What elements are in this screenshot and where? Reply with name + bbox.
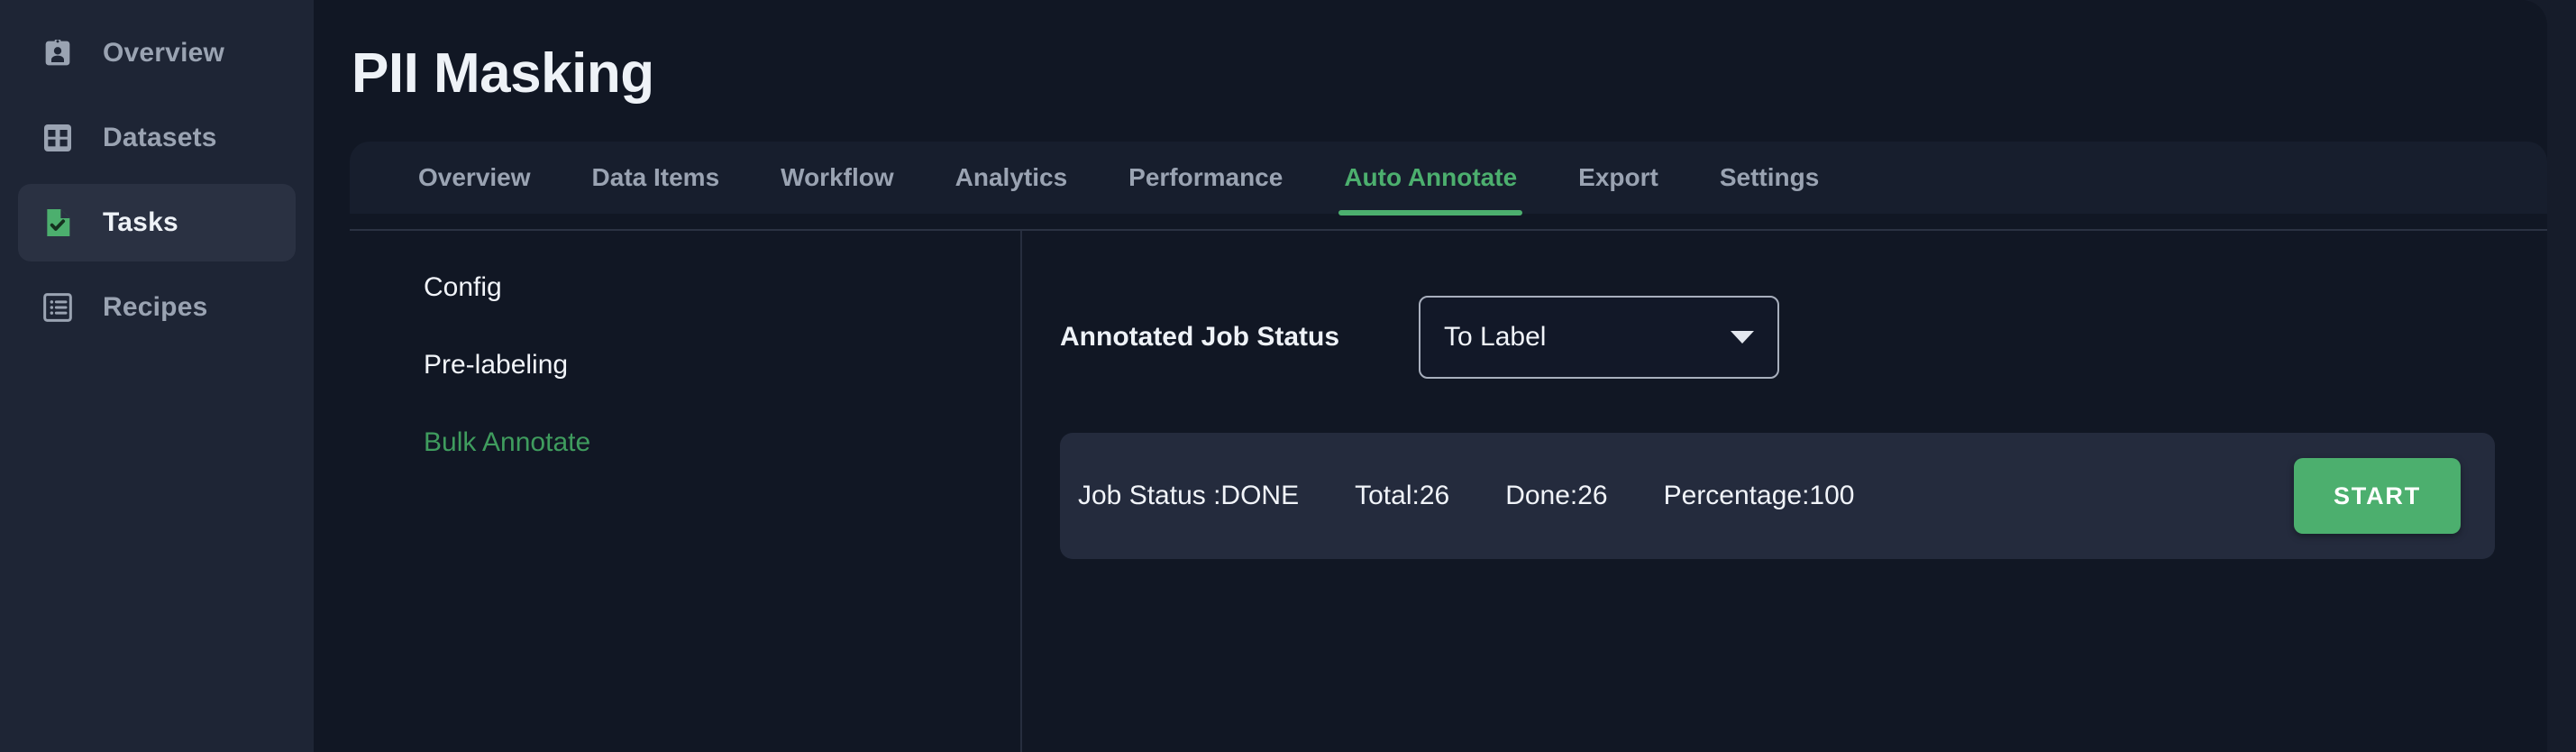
app-root: Overview Datasets Tasks Recipes PII Mask… bbox=[0, 0, 2576, 752]
sidebar-item-label: Tasks bbox=[103, 207, 178, 237]
subnav-item-config[interactable]: Config bbox=[424, 272, 1020, 303]
sidebar-item-label: Overview bbox=[103, 38, 225, 68]
sub-navigation: Config Pre-labeling Bulk Annotate bbox=[350, 231, 1022, 752]
tab-analytics[interactable]: Analytics bbox=[925, 142, 1099, 214]
main-area: PII Masking Overview Data Items Workflow… bbox=[314, 0, 2576, 752]
job-status-card: Job Status :DONE Total:26 Done:26 Percen… bbox=[1060, 433, 2495, 559]
id-badge-icon bbox=[38, 33, 78, 73]
grid-icon bbox=[38, 118, 78, 158]
done-count: Done:26 bbox=[1505, 481, 1608, 510]
total-count: Total:26 bbox=[1355, 481, 1450, 510]
sidebar-item-overview[interactable]: Overview bbox=[18, 14, 296, 92]
annotated-job-status-label: Annotated Job Status bbox=[1060, 322, 1340, 352]
subnav-item-pre-labeling[interactable]: Pre-labeling bbox=[424, 350, 1020, 381]
sidebar: Overview Datasets Tasks Recipes bbox=[0, 0, 314, 752]
subnav-item-bulk-annotate[interactable]: Bulk Annotate bbox=[424, 427, 1020, 458]
sidebar-item-tasks[interactable]: Tasks bbox=[18, 184, 296, 261]
bulk-annotate-pane: Annotated Job Status To Label Job Status… bbox=[1022, 231, 2547, 752]
tab-settings[interactable]: Settings bbox=[1689, 142, 1850, 214]
sidebar-item-datasets[interactable]: Datasets bbox=[18, 99, 296, 177]
tab-data-items[interactable]: Data Items bbox=[562, 142, 751, 214]
tab-auto-annotate[interactable]: Auto Annotate bbox=[1313, 142, 1548, 216]
start-button[interactable]: START bbox=[2294, 458, 2461, 534]
job-status-metrics: Job Status :DONE Total:26 Done:26 Percen… bbox=[1078, 481, 2294, 511]
tab-performance[interactable]: Performance bbox=[1098, 142, 1313, 214]
annotated-job-status-row: Annotated Job Status To Label bbox=[1060, 296, 2495, 379]
content-area: Config Pre-labeling Bulk Annotate Annota… bbox=[350, 231, 2547, 752]
tab-overview[interactable]: Overview bbox=[388, 142, 562, 214]
tab-workflow[interactable]: Workflow bbox=[750, 142, 924, 214]
annotated-job-status-select[interactable]: To Label bbox=[1419, 296, 1780, 379]
percentage-value: Percentage:100 bbox=[1663, 481, 1855, 510]
tab-bar: Overview Data Items Workflow Analytics P… bbox=[350, 142, 2547, 216]
status-badge: Job Status :DONE bbox=[1078, 481, 1300, 510]
select-value: To Label bbox=[1444, 322, 1547, 352]
task-document-check-icon bbox=[38, 203, 78, 243]
list-icon bbox=[38, 288, 78, 327]
sidebar-item-label: Recipes bbox=[103, 292, 208, 322]
sidebar-item-label: Datasets bbox=[103, 123, 217, 152]
tab-export[interactable]: Export bbox=[1548, 142, 1689, 214]
chevron-down-icon bbox=[1731, 331, 1755, 344]
sidebar-item-recipes[interactable]: Recipes bbox=[18, 269, 296, 346]
main-panel: PII Masking Overview Data Items Workflow… bbox=[314, 0, 2547, 752]
page-title: PII Masking bbox=[352, 42, 654, 105]
